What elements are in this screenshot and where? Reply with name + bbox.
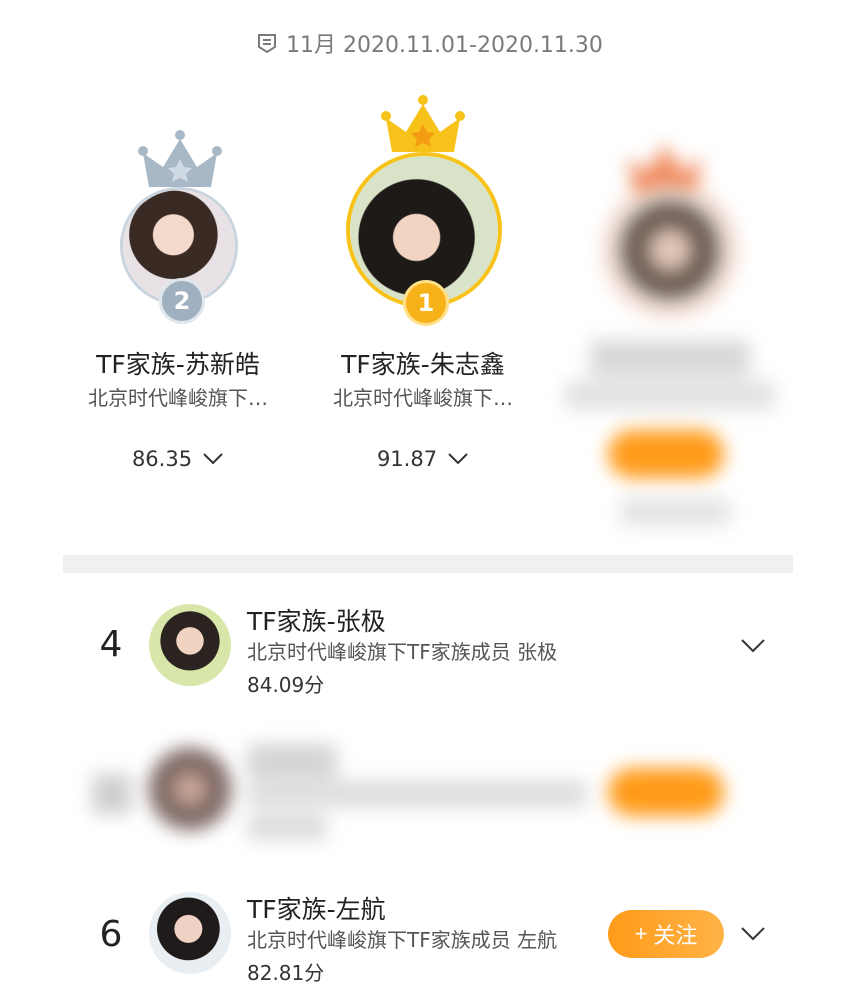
follow-button[interactable] <box>608 430 724 478</box>
rank-badge: 1 <box>403 280 449 326</box>
list-desc: 北京时代峰峻旗下TF家族成员 张极 <box>247 640 558 664</box>
follow-button[interactable] <box>608 768 724 816</box>
podium-item-rank-3[interactable] <box>560 90 790 550</box>
podium: 2 TF家族-苏新皓 北京时代峰峻旗下… 86.35 1 TF家族-朱志鑫 北京… <box>0 90 859 550</box>
score-value: 91.87 <box>376 447 438 471</box>
podium-desc: 北京时代峰峻旗下… <box>333 386 513 410</box>
list-desc: 北京时代峰峻旗下TF家族成员 左航 <box>247 928 558 952</box>
list-score <box>247 814 327 840</box>
podium-name: TF家族-苏新皓 <box>96 350 260 379</box>
chevron-down-icon[interactable] <box>740 926 766 942</box>
podium-score[interactable]: 91.87 <box>308 447 538 471</box>
rank-number <box>92 774 132 814</box>
chevron-down-icon <box>203 453 223 465</box>
podium-desc <box>565 380 775 410</box>
chevron-down-icon <box>448 453 468 465</box>
follow-button[interactable]: + 关注 <box>608 910 724 958</box>
podium-score[interactable]: 86.35 <box>63 447 293 471</box>
podium-item-rank-2[interactable]: 2 TF家族-苏新皓 北京时代峰峻旗下… 86.35 <box>63 90 293 490</box>
crown-icon <box>381 95 465 152</box>
period-text: 11月 2020.11.01-2020.11.30 <box>286 33 603 58</box>
avatar[interactable] <box>149 748 231 830</box>
list-score: 82.81分 <box>247 961 325 985</box>
section-divider <box>63 555 793 573</box>
list-name <box>247 744 337 778</box>
podium-score <box>620 498 730 526</box>
list-name: TF家族-左航 <box>247 895 386 924</box>
list-item[interactable]: 6 TF家族-左航 北京时代峰峻旗下TF家族成员 左航 82.81分 + 关注 <box>0 886 859 996</box>
rank-number: 6 <box>99 914 123 955</box>
calendar-icon <box>258 34 277 54</box>
crown-icon <box>138 130 222 187</box>
podium-desc: 北京时代峰峻旗下… <box>88 386 268 410</box>
podium-item-rank-1[interactable]: 1 TF家族-朱志鑫 北京时代峰峻旗下… 91.87 <box>308 90 538 490</box>
period-header: 11月 2020.11.01-2020.11.30 <box>0 28 859 58</box>
list-item[interactable] <box>0 738 859 848</box>
rank-badge: 2 <box>159 278 205 324</box>
score-value: 86.35 <box>131 447 193 471</box>
podium-name <box>590 340 750 376</box>
chevron-down-icon[interactable] <box>740 638 766 654</box>
plus-icon: + <box>634 921 648 946</box>
podium-name: TF家族-朱志鑫 <box>341 350 505 379</box>
avatar[interactable] <box>149 604 231 686</box>
list-score: 84.09分 <box>247 673 325 697</box>
avatar[interactable] <box>149 892 231 974</box>
rank-number: 4 <box>99 624 123 665</box>
avatar[interactable] <box>605 185 735 315</box>
list-name: TF家族-张极 <box>247 607 386 636</box>
list-desc <box>247 780 587 808</box>
follow-label: 关注 <box>653 923 698 948</box>
list-item[interactable]: 4 TF家族-张极 北京时代峰峻旗下TF家族成员 张极 84.09分 <box>0 598 859 708</box>
